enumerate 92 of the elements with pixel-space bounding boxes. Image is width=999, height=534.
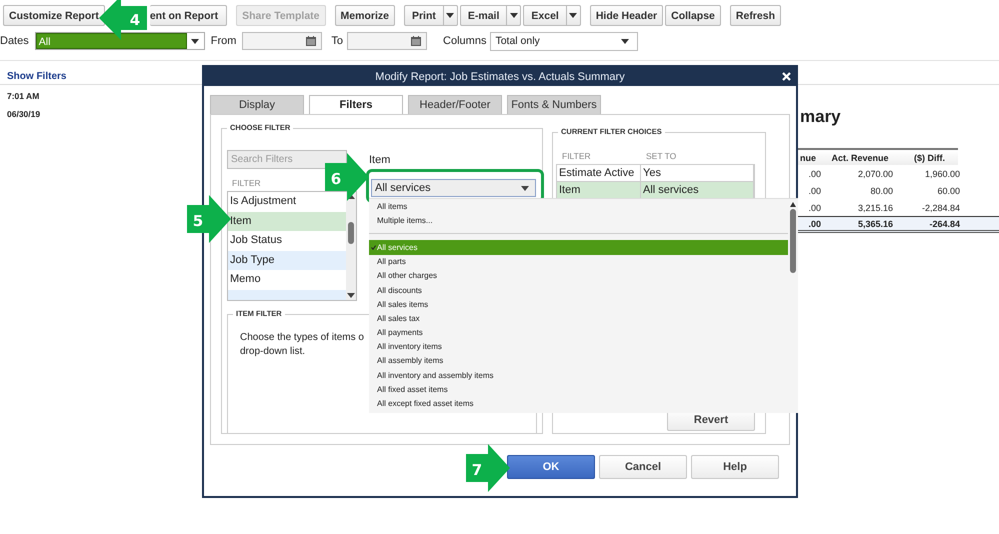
list-item[interactable]: Job Type [228,250,346,270]
dialog-button[interactable]: Cancel [599,455,687,479]
dropdown-toggle[interactable] [442,6,457,25]
close-icon[interactable] [782,72,791,81]
description-text: drop-down list. [240,345,306,359]
columns-dropdown[interactable]: Total only [490,32,638,50]
from-label: From [210,35,236,47]
caret-icon [446,13,454,18]
button-label: Print [410,10,437,22]
toolbar-button[interactable]: Memorize [334,5,395,26]
description-text: Choose the types of items o [240,331,364,345]
toolbar-button[interactable]: Hide Header [590,5,664,26]
menu-item[interactable]: All discounts [369,282,788,298]
columns-label: Columns [443,35,486,47]
button-label: Excel [530,10,560,22]
menu-item[interactable]: All services [369,240,788,255]
menu-item[interactable]: All sales tax [369,311,788,326]
split-button[interactable]: Excel [523,5,581,26]
tab[interactable]: Header/Footer [408,95,502,114]
table-cell-text: 3,215.16 [856,202,894,212]
split-button[interactable]: E-mail [460,5,522,26]
field-label: Item [369,154,392,166]
caret-icon [191,38,200,44]
calendar-icon [306,36,316,46]
callout-arrow: 6 [325,153,369,201]
dropdown-toggle[interactable] [566,6,580,25]
toolbar-button[interactable]: Refresh [730,5,781,26]
list-heading: FILTER [232,178,261,188]
dates-label: Dates [0,35,29,47]
table-cell-text: 60.00 [936,186,961,196]
list-item[interactable]: Item [228,212,346,231]
tab[interactable]: Fonts & Numbers [507,95,601,114]
dialog-button[interactable]: Help [691,455,779,479]
table-cell-text: .00 [807,186,822,196]
check-icon [371,244,376,250]
column-header: Act. Revenue [830,152,890,162]
dialog-title: Modify Report: Job Estimates vs. Actuals Summary [375,70,625,82]
menu-item[interactable]: All inventory and assembly items [369,368,788,382]
to-date-field[interactable] [347,32,428,50]
caret-icon [621,38,630,44]
tab[interactable]: Display [210,95,304,114]
menu-item[interactable]: All sales items [369,297,788,312]
table-cell-text: .00 [807,218,822,228]
caret-icon [521,186,529,190]
menu-item[interactable]: All other charges [369,268,788,283]
column-header: nue [798,152,817,162]
calendar-icon [411,36,422,46]
to-label: To [331,35,344,47]
menu-item[interactable]: All parts [369,254,788,269]
table-cell-text: 80.00 [869,186,894,196]
table-cell-text: 1,960.00 [924,168,961,178]
scrollbar [789,201,797,273]
callout-arrow: 7 [466,444,510,492]
show-filters-link[interactable]: Show Filters [7,71,66,82]
callout-arrow: 4 [99,0,147,40]
column-header: FILTER [561,150,592,160]
menu-item[interactable]: All except fixed asset items [369,396,788,411]
ok-button[interactable]: OK [507,455,595,479]
menu-item[interactable]: All items [369,199,788,214]
toolbar-button[interactable]: Collapse [665,5,721,26]
toolbar-button[interactable]: ent on Report [150,5,228,26]
report-time: 7:01 AM [7,91,40,101]
search-field[interactable]: Search Filters [227,150,347,169]
table-cell-text: 2,070.00 [856,168,894,178]
dates-dropdown[interactable]: All [34,32,205,50]
item-dropdown[interactable]: All services [371,179,536,197]
menu-item[interactable]: All inventory items [369,340,788,354]
report-date: 06/30/19 [7,109,42,119]
caret-icon [510,13,518,18]
menu-item[interactable]: All assembly items [369,354,788,368]
menu-item[interactable]: All fixed asset items [369,382,788,396]
table-cell-text: .00 [807,202,822,212]
menu-item[interactable]: Multiple items... [369,213,788,228]
toolbar-button[interactable]: Customize Report [3,5,105,26]
table-row[interactable]: Item All services [556,181,755,198]
caret-icon [569,13,578,18]
list-item[interactable]: Memo [228,270,346,290]
table-cell-text: -264.84 [928,218,961,228]
table-cell-text: 5,365.16 [856,218,894,228]
column-header: ($) Diff. [913,152,946,162]
button-label: E-mail [466,10,500,22]
table-cell-text: -2,284.84 [920,202,961,212]
split-button[interactable]: Print [404,5,458,26]
tab[interactable]: Filters [309,95,403,114]
menu-item[interactable]: All payments [369,326,788,340]
column-header: SET TO [645,150,678,160]
callout-arrow: 5 [187,195,231,243]
from-date-field[interactable] [242,32,322,50]
report-title: mary [800,107,842,127]
list-item[interactable]: Job Status [228,231,346,250]
table-cell-text: .00 [807,168,822,178]
dropdown-toggle[interactable] [506,6,520,25]
